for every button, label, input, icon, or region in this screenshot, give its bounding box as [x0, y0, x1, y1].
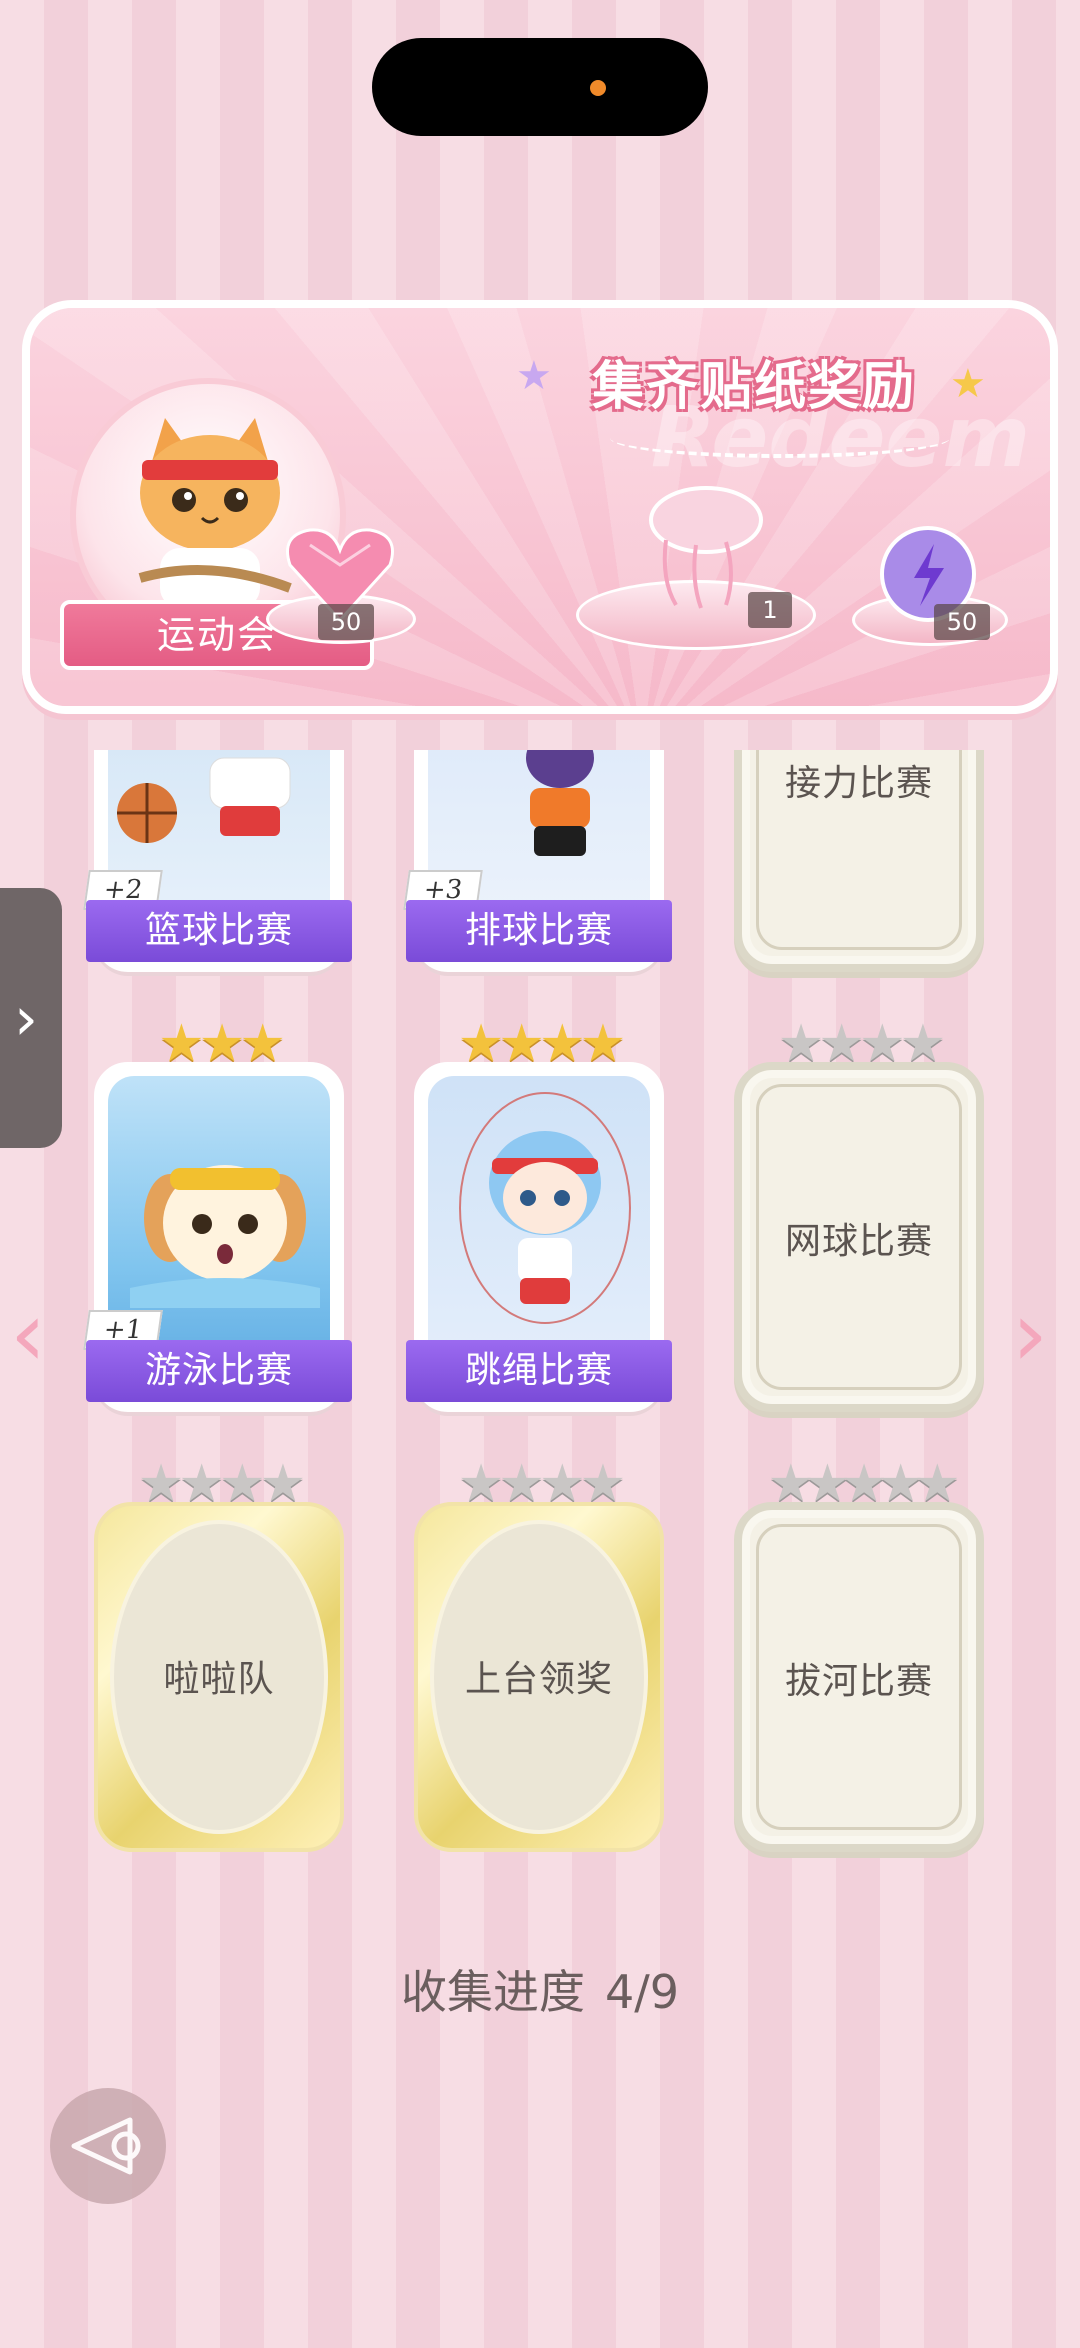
- cat-mascot-icon: [138, 418, 292, 608]
- sticker-name-banner: 游泳比赛: [86, 1340, 352, 1402]
- sticker-label: 网球比赛: [784, 1221, 933, 1262]
- dog-swimmer-icon: [130, 1165, 320, 1308]
- back-arrow-icon: [71, 2117, 141, 2175]
- sticker-card-award-ceremony[interactable]: ★★★★ 上台领奖: [414, 1458, 664, 1852]
- sticker-card-basketball[interactable]: +2 篮球比赛: [83, 750, 352, 972]
- sticker-card-cheerleading[interactable]: ★★★★ 啦啦队: [94, 1458, 344, 1852]
- player-figure-icon: [209, 757, 291, 836]
- banner-title: 集齐贴纸奖励: [592, 357, 917, 417]
- progress-label: 收集进度: [400, 1965, 585, 2019]
- camera-dot: [590, 80, 606, 96]
- sticker-card-volleyball[interactable]: +3 排球比赛: [403, 750, 672, 972]
- dashed-arc: [610, 418, 950, 458]
- reward-count: 50: [934, 604, 990, 640]
- camera-notch: [372, 38, 708, 136]
- player-figure-icon: [526, 750, 594, 856]
- reward-banner: Redeem ★ ★ 集齐贴纸奖励 运动会 50 1 50: [22, 300, 1058, 714]
- sticker-card-tennis[interactable]: ★★★★ 网球比赛: [734, 1018, 984, 1412]
- sticker-card-relay[interactable]: 接力比赛: [734, 750, 984, 972]
- sticker-card-tug-of-war[interactable]: ★★★★★ 拔河比赛: [734, 1458, 984, 1852]
- jellyfish-ornament-icon[interactable]: [626, 480, 776, 610]
- reward-count: 50: [318, 604, 374, 640]
- sticker-label: 啦啦队: [163, 1659, 275, 1700]
- collection-progress: 收集进度 4/9: [0, 1956, 1080, 2022]
- jump-rope-girl-icon: [459, 1092, 631, 1324]
- sticker-name-banner: 排球比赛: [406, 900, 672, 962]
- star-decoration-icon: ★: [950, 361, 986, 407]
- sticker-label: 上台领奖: [464, 1659, 613, 1700]
- sticker-card-jump-rope[interactable]: ★★★★ 跳绳比赛: [406, 1018, 672, 1412]
- sticker-name-banner: 篮球比赛: [86, 900, 352, 962]
- sticker-card-swimming[interactable]: ★★★ +1 游泳比赛: [83, 1018, 352, 1412]
- sticker-name-banner: 跳绳比赛: [406, 1340, 672, 1402]
- sticker-label: 拔河比赛: [784, 1661, 933, 1702]
- basketball-icon: [117, 783, 177, 843]
- progress-value: 4/9: [604, 1965, 680, 2019]
- sticker-label: 接力比赛: [784, 763, 933, 804]
- star-decoration-icon: ★: [516, 353, 552, 399]
- back-button[interactable]: [50, 2088, 166, 2204]
- sticker-grid: +2 篮球比赛 +3 排球比赛 接力比赛 ★★★ +1 游泳比赛 ★★★★ 跳绳…: [0, 750, 1080, 1950]
- reward-count: 1: [748, 592, 792, 628]
